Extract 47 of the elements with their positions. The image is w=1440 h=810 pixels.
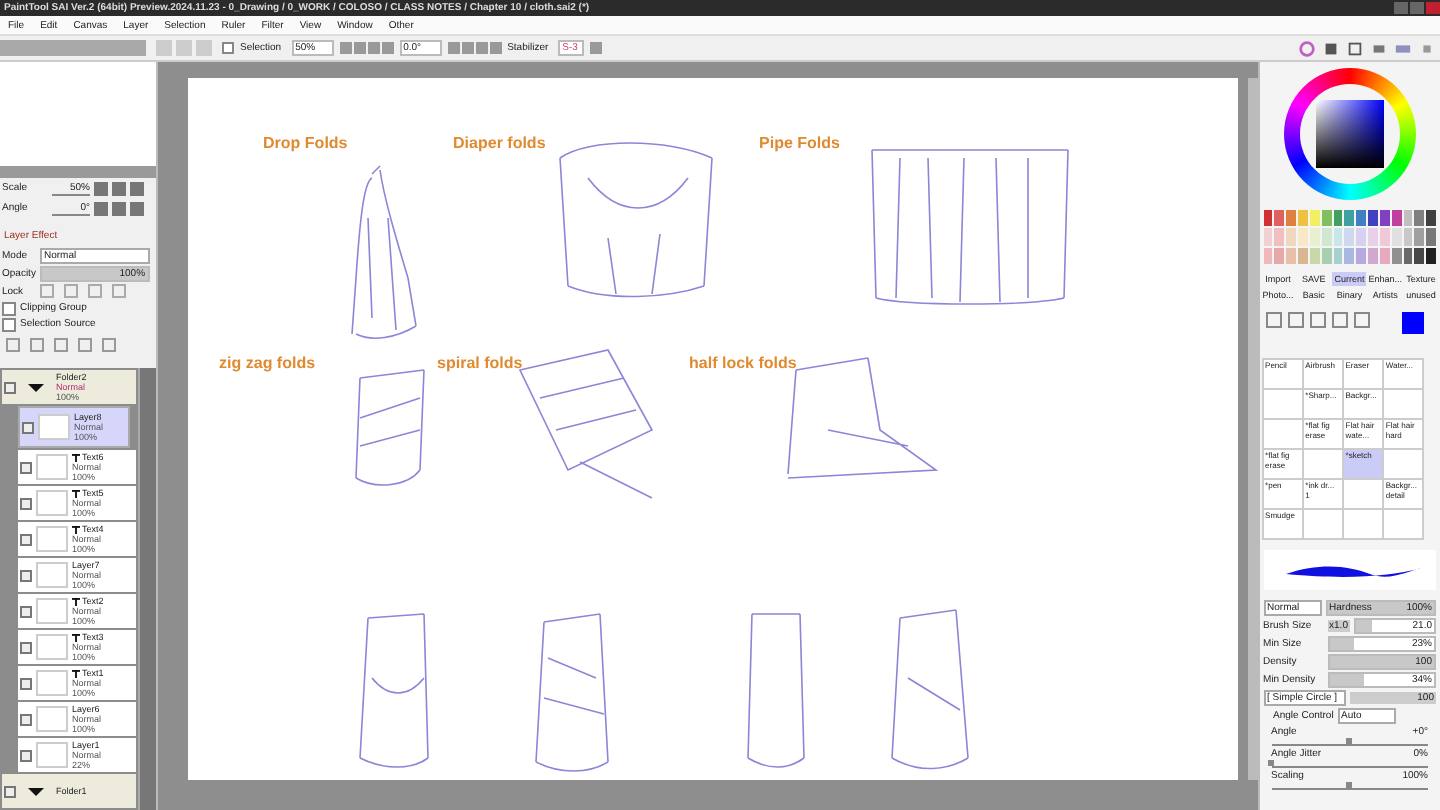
brush-slot[interactable] bbox=[1383, 450, 1422, 478]
layer-thumbnail bbox=[36, 598, 68, 624]
folder-arrow-icon[interactable] bbox=[28, 383, 44, 391]
layer-thumbnail bbox=[36, 490, 68, 516]
folder-arrow-icon[interactable] bbox=[28, 787, 44, 795]
swatch-palette-drawing[interactable] bbox=[1259, 206, 1440, 268]
setting-slider[interactable] bbox=[1271, 760, 1428, 768]
setting-slider[interactable] bbox=[1271, 782, 1428, 790]
text-layer-icon bbox=[72, 525, 80, 533]
brush-slot[interactable] bbox=[1383, 510, 1422, 538]
brush-slot[interactable] bbox=[1383, 390, 1422, 418]
layer-thumbnail bbox=[36, 634, 68, 660]
layer-thumbnail bbox=[38, 414, 70, 440]
text-layer-icon bbox=[72, 597, 80, 605]
checkbox[interactable] bbox=[2, 317, 16, 331]
layer-thumbnail bbox=[36, 526, 68, 552]
color-wheel-icon[interactable] bbox=[1298, 39, 1316, 57]
canvas-label: half lock folds bbox=[689, 354, 797, 372]
brush-slot[interactable] bbox=[1303, 510, 1342, 538]
layer-thumbnail bbox=[36, 706, 68, 732]
setting-slider[interactable] bbox=[1271, 738, 1428, 746]
canvas-label: Diaper folds bbox=[453, 134, 546, 152]
layer-thumbnail bbox=[36, 670, 68, 696]
canvas-label: zig zag folds bbox=[219, 354, 316, 372]
checkbox[interactable] bbox=[2, 301, 16, 315]
layer-thumbnail bbox=[36, 742, 68, 768]
brush-slot[interactable] bbox=[1343, 510, 1382, 538]
canvas-label: Pipe Folds bbox=[759, 134, 840, 152]
current-color-swatch[interactable] bbox=[1402, 312, 1424, 334]
brush-slot[interactable] bbox=[1263, 390, 1302, 418]
square-icon[interactable] bbox=[1322, 39, 1340, 57]
brush-slot[interactable] bbox=[1343, 480, 1382, 508]
dropdown-button[interactable] bbox=[590, 42, 603, 54]
text-layer-icon bbox=[72, 633, 80, 641]
text-layer-icon bbox=[72, 489, 80, 497]
zoom-out-button[interactable] bbox=[94, 181, 108, 195]
brush-slot[interactable] bbox=[1263, 420, 1302, 448]
layer-thumbnail bbox=[36, 454, 68, 480]
brush-slot[interactable] bbox=[1303, 450, 1342, 478]
canvas-label: spiral folds bbox=[437, 354, 523, 372]
canvas-label: Drop Folds bbox=[263, 134, 348, 152]
selection-toggle[interactable] bbox=[222, 42, 234, 54]
zoom-in-button[interactable] bbox=[112, 181, 126, 195]
text-layer-icon bbox=[72, 453, 80, 461]
text-layer-icon bbox=[72, 669, 80, 677]
layer-thumbnail bbox=[36, 562, 68, 588]
scrollbar[interactable] bbox=[1247, 78, 1258, 780]
